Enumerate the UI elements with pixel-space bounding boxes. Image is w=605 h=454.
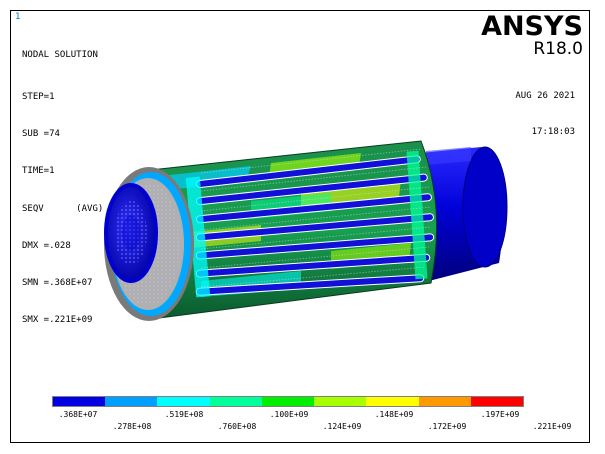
legend-tick-label: .124E+09 [322, 422, 362, 431]
contour-legend-bar [52, 396, 524, 407]
legend-tick-label: .221E+09 [532, 422, 572, 431]
legend-band [261, 397, 315, 406]
legend-tick-label: .172E+09 [427, 422, 467, 431]
legend-tick-label: .368E+07 [58, 410, 98, 419]
ansys-graphics-window: 1 NODAL SOLUTION STEP=1 SUB =74 TIME=1 S… [0, 0, 605, 454]
legend-band [105, 397, 158, 406]
legend-band [366, 397, 419, 406]
legend-band [157, 397, 210, 406]
left-end-cap [104, 167, 194, 321]
legend-band [418, 397, 471, 406]
graphics-viewport[interactable]: 1 NODAL SOLUTION STEP=1 SUB =74 TIME=1 S… [10, 10, 590, 443]
legend-tick-label: .197E+09 [480, 410, 520, 419]
legend-band [53, 397, 106, 406]
legend-tick-label: .100E+09 [269, 410, 309, 419]
legend-band [314, 397, 367, 406]
legend-band [470, 397, 523, 406]
legend-tick-label: .278E+08 [112, 422, 152, 431]
stress-contour-model[interactable] [11, 11, 589, 442]
legend-tick-label: .519E+08 [164, 410, 204, 419]
legend-tick-label: .148E+09 [374, 410, 414, 419]
legend-band [209, 397, 262, 406]
legend-tick-label: .760E+08 [217, 422, 257, 431]
